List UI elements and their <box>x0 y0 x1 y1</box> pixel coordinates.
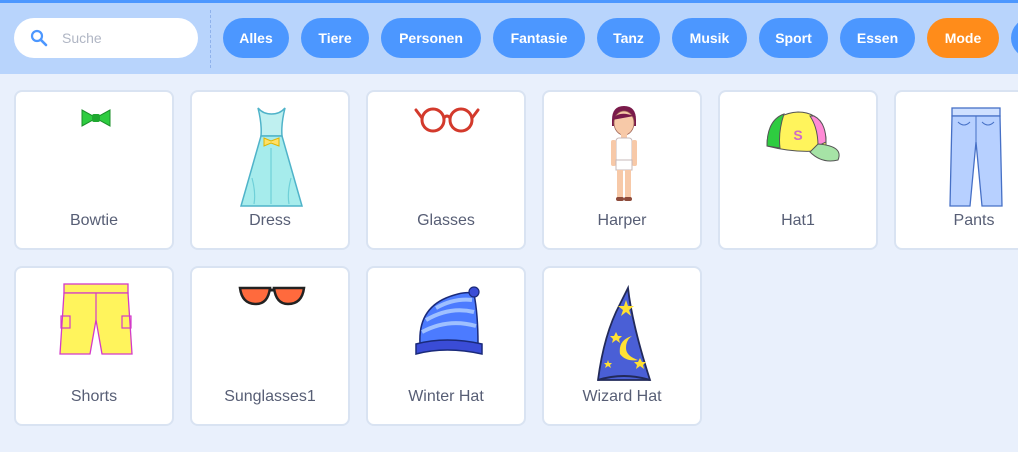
search-input[interactable] <box>62 26 190 50</box>
search-box[interactable] <box>14 18 198 58</box>
tag-personen[interactable]: Personen <box>381 18 481 58</box>
costume-name: Sunglasses1 <box>224 388 316 405</box>
tag-sport[interactable]: Sport <box>759 18 828 58</box>
tag-fantasie[interactable]: Fantasie <box>493 18 585 58</box>
tag-musik[interactable]: Musik <box>672 18 747 58</box>
costume-tile-harper[interactable]: Harper <box>542 90 702 250</box>
pants-icon <box>898 98 1018 210</box>
costume-name: Harper <box>597 212 647 229</box>
harper-icon <box>546 98 698 210</box>
costume-tile-pants[interactable]: Pants <box>894 90 1018 250</box>
filter-header: Alles Tiere Personen Fantasie Tanz Musik… <box>0 3 1018 74</box>
costume-name: Winter Hat <box>408 388 484 405</box>
shorts-icon <box>18 274 170 386</box>
costume-tile-sunglasses1[interactable]: Sunglasses1 <box>190 266 350 426</box>
search-icon <box>30 29 48 47</box>
costume-name: Hat1 <box>781 212 815 229</box>
costume-tile-glasses[interactable]: Glasses <box>366 90 526 250</box>
costume-name: Dress <box>249 212 291 229</box>
sunglasses-icon <box>194 274 346 386</box>
tag-essen[interactable]: Essen <box>840 18 915 58</box>
costume-name: Bowtie <box>69 212 119 229</box>
costume-tile-hat1[interactable]: S Hat1 <box>718 90 878 250</box>
costume-tile-winter-hat[interactable]: Winter Hat <box>366 266 526 426</box>
costume-name: Wizard Hat <box>582 388 662 405</box>
tag-partial[interactable] <box>1011 18 1018 58</box>
wizard-hat-icon <box>546 274 698 386</box>
tag-alles[interactable]: Alles <box>223 18 289 58</box>
costume-tile-bowtie[interactable]: Bowtie <box>14 90 174 250</box>
header-divider <box>210 10 211 68</box>
costume-tile-wizard-hat[interactable]: Wizard Hat <box>542 266 702 426</box>
svg-text:S: S <box>793 127 802 143</box>
cap-icon: S <box>722 98 874 210</box>
tag-tanz[interactable]: Tanz <box>597 18 660 58</box>
costume-name: Pants <box>953 212 995 229</box>
costume-name: Shorts <box>70 388 118 405</box>
costume-tile-shorts[interactable]: Shorts <box>14 266 174 426</box>
winter-hat-icon <box>370 274 522 386</box>
costume-name: Glasses <box>417 212 475 229</box>
tag-mode[interactable]: Mode <box>927 18 999 58</box>
glasses-icon <box>370 98 522 210</box>
bowtie-icon <box>18 98 170 210</box>
dress-icon <box>194 98 346 210</box>
costume-tile-dress[interactable]: Dress <box>190 90 350 250</box>
tag-tiere[interactable]: Tiere <box>301 18 369 58</box>
